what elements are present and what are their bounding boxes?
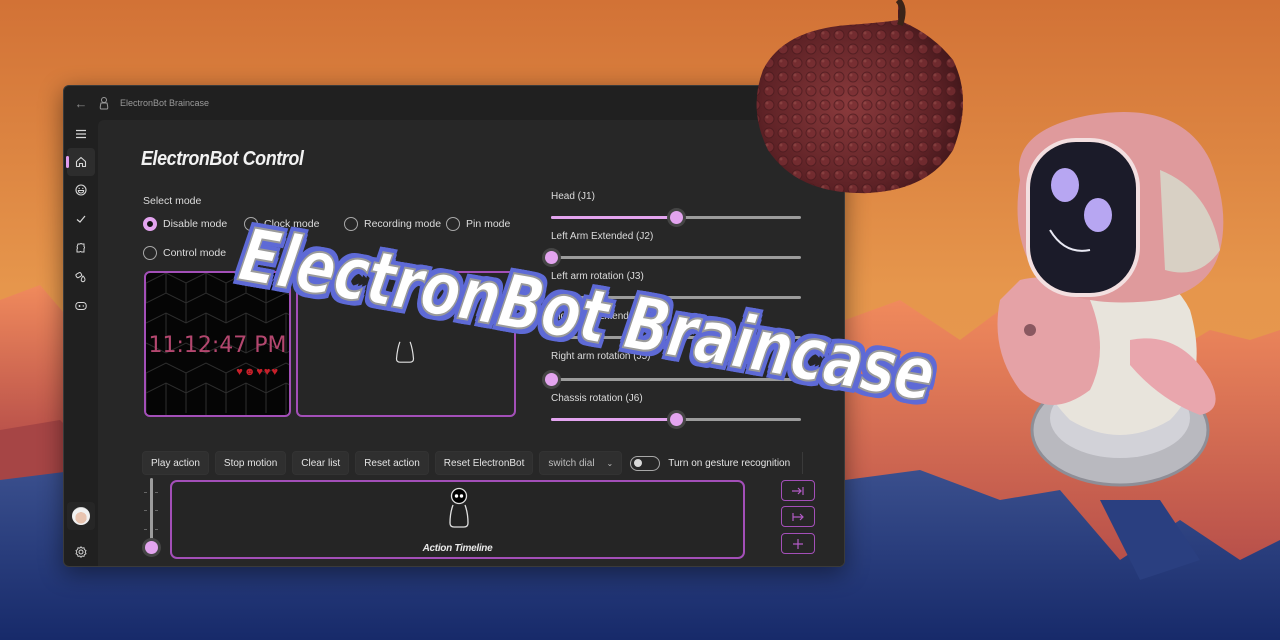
radio-label: Control mode bbox=[163, 247, 227, 259]
slider-thumb[interactable] bbox=[145, 541, 158, 554]
arrow-from-start-icon bbox=[792, 512, 804, 521]
nav-tasks[interactable] bbox=[67, 205, 95, 233]
gear-icon bbox=[75, 546, 87, 558]
jump-to-end-button[interactable] bbox=[781, 480, 815, 501]
health-hearts: ♥☻♥♥♥ bbox=[236, 366, 279, 378]
slider-thumb[interactable] bbox=[545, 251, 558, 264]
hamburger-icon bbox=[76, 129, 86, 139]
robot-icon bbox=[449, 487, 469, 528]
toggle-label: Turn on gesture recognition bbox=[668, 457, 791, 469]
avatar bbox=[72, 507, 90, 525]
timeline-caption: Action Timeline bbox=[422, 543, 493, 554]
back-button[interactable]: ← bbox=[64, 96, 98, 111]
plus-icon bbox=[793, 538, 803, 549]
radio-label: Disable mode bbox=[163, 218, 228, 230]
app-robot-icon bbox=[99, 97, 109, 110]
puzzle-icon bbox=[76, 242, 86, 253]
radio-disable-mode[interactable]: Disable mode bbox=[143, 217, 227, 231]
radio-label: Recording mode bbox=[364, 218, 442, 230]
switch-dial-dropdown[interactable]: switch dial ⌄ bbox=[539, 451, 623, 475]
clear-list-button[interactable]: Clear list bbox=[292, 451, 350, 475]
radio-recording-mode[interactable]: Recording mode bbox=[344, 217, 441, 231]
lychee-fruit-image bbox=[756, 0, 963, 194]
reset-action-button[interactable]: Reset action bbox=[355, 451, 429, 475]
command-bar: Play action Stop motion Clear list Reset… bbox=[142, 451, 804, 475]
page-title: ElectronBot Control bbox=[141, 148, 304, 170]
gesture-recognition-toggle[interactable]: Turn on gesture recognition bbox=[628, 455, 791, 471]
timeline-zoom-slider[interactable] bbox=[143, 478, 159, 554]
chevron-down-icon: ⌄ bbox=[606, 458, 614, 468]
nav-emoji[interactable] bbox=[67, 176, 95, 204]
play-action-button[interactable]: Play action bbox=[142, 451, 209, 475]
radio-indicator bbox=[143, 217, 157, 231]
action-timeline[interactable]: Action Timeline bbox=[170, 480, 745, 559]
home-icon bbox=[75, 156, 87, 168]
radio-indicator bbox=[143, 246, 157, 260]
radio-label: Pin mode bbox=[466, 218, 511, 230]
arrow-to-end-icon bbox=[792, 486, 804, 495]
slider-thumb[interactable] bbox=[670, 211, 683, 224]
stop-motion-button[interactable]: Stop motion bbox=[214, 451, 287, 475]
radio-control-mode[interactable]: Control mode bbox=[143, 246, 226, 260]
slider-fill bbox=[551, 418, 676, 421]
electronbot-robot-image bbox=[997, 112, 1224, 487]
nav-gamepad[interactable] bbox=[67, 292, 95, 320]
checkmark-icon bbox=[76, 215, 86, 223]
radio-pin-mode[interactable]: Pin mode bbox=[446, 217, 510, 231]
account-button[interactable] bbox=[67, 502, 95, 530]
settings-button[interactable] bbox=[67, 538, 95, 566]
radio-indicator bbox=[446, 217, 460, 231]
dropdown-value: switch dial bbox=[548, 457, 595, 469]
window-title: ElectronBot Braincase bbox=[120, 98, 210, 108]
nav-extensions[interactable] bbox=[67, 234, 95, 262]
title-bar: ← ElectronBot Braincase bbox=[64, 86, 844, 120]
slider-head-j1[interactable] bbox=[551, 211, 801, 224]
toolbar-divider bbox=[802, 452, 804, 474]
select-mode-label: Select mode bbox=[143, 195, 202, 207]
nav-home[interactable] bbox=[66, 148, 95, 176]
navigation-sidebar bbox=[64, 120, 98, 566]
toggle-switch[interactable] bbox=[630, 455, 661, 471]
slider-fill bbox=[551, 216, 676, 219]
slider-label-chassis-rotation: Chassis rotation (J6) bbox=[551, 393, 643, 404]
reset-electronbot-button[interactable]: Reset ElectronBot bbox=[434, 451, 534, 475]
add-action-button[interactable] bbox=[781, 533, 815, 554]
shapes-icon bbox=[75, 272, 86, 283]
clock-time: 11:12:47 PM bbox=[148, 333, 287, 358]
emoji-icon bbox=[75, 184, 87, 196]
robot-outline-icon bbox=[395, 341, 415, 363]
slider-thumb[interactable] bbox=[545, 373, 558, 386]
gamepad-icon bbox=[75, 302, 87, 310]
slider-thumb[interactable] bbox=[670, 413, 683, 426]
slider-label-head: Head (J1) bbox=[551, 191, 595, 202]
nav-shapes[interactable] bbox=[67, 263, 95, 291]
menu-toggle-button[interactable] bbox=[67, 120, 95, 148]
slider-left-arm-extended-j2[interactable] bbox=[545, 251, 801, 264]
jump-from-start-button[interactable] bbox=[781, 506, 815, 527]
slider-label-left-arm-extended: Left Arm Extended (J2) bbox=[551, 231, 654, 242]
slider-chassis-rotation-j6[interactable] bbox=[551, 413, 801, 426]
